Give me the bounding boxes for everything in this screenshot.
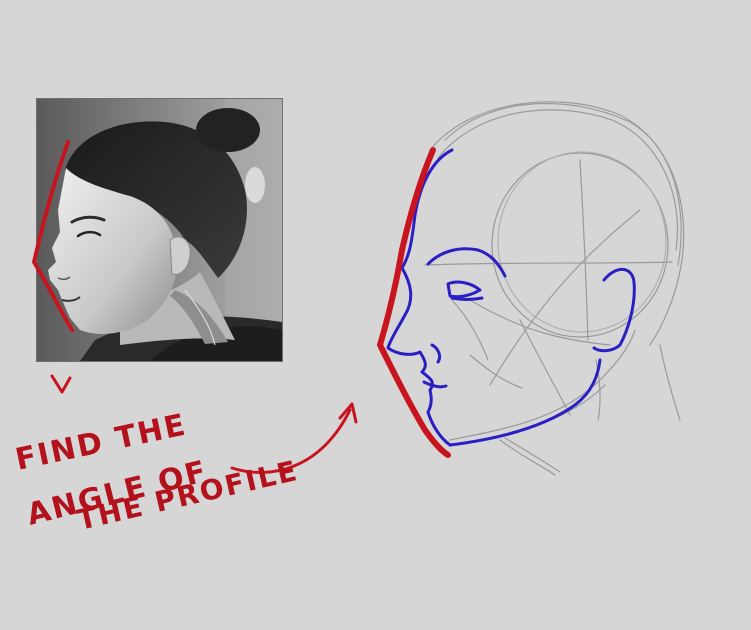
down-arrow-icon [50, 374, 72, 394]
illustration: FIND THE ANGLE OF THE PROFILE [12, 98, 685, 537]
sketch-angle-line [377, 147, 451, 458]
reference-photo [32, 98, 283, 362]
annotation: FIND THE ANGLE OF THE PROFILE [12, 407, 301, 536]
construction-sketch [424, 101, 685, 476]
drawing-canvas: FIND THE ANGLE OF THE PROFILE [0, 0, 751, 630]
